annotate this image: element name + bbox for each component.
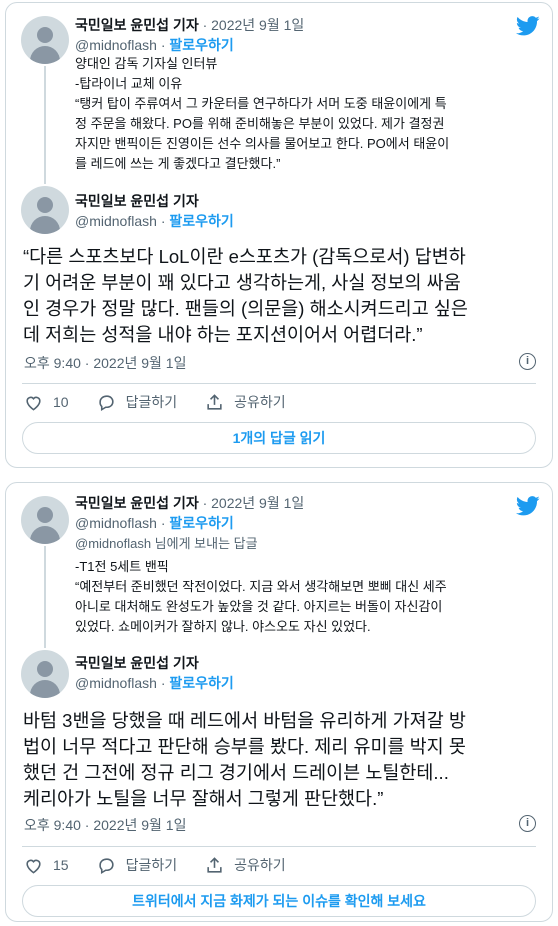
follow-link[interactable]: 팔로우하기	[169, 675, 233, 691]
reply-bubble-icon	[98, 394, 114, 411]
text-line: 케리아가 노틸을 너무 잘해서 그렇게 판단했다.”	[23, 788, 384, 809]
author-handle[interactable]: @midnoflash	[75, 675, 157, 691]
share-icon	[207, 856, 222, 873]
text-line: -탑라이너 교체 이유	[75, 76, 183, 91]
quoted-tweet-text: 양대인 감독 기자실 인터뷰 -탑라이너 교체 이유 “탱커 탑이 주류여서 그…	[75, 54, 449, 174]
tweet-embed-card: 국민일보 윤민섭 기자 · 2022년 9월 1일 @midnoflash · …	[5, 482, 553, 922]
avatar[interactable]	[21, 650, 69, 698]
heart-icon	[26, 396, 41, 411]
share-icon	[207, 393, 222, 410]
text-line: 바텀 3밴을 당했을 때 레드에서 바텀을 유리하게 가져갈 방	[23, 710, 466, 731]
action-bar: 10 답글하기 공유하기	[24, 392, 314, 412]
author-line: 국민일보 윤민섭 기자	[75, 654, 199, 672]
tweet-embed-card: 국민일보 윤민섭 기자 · 2022년 9월 1일 @midnoflash · …	[5, 2, 553, 468]
text-line: “예전부터 준비했던 작전이었다. 지금 와서 생각해보면 뽀삐 대신 세주	[75, 579, 447, 594]
text-line: 법이 너무 적다고 판단해 승부를 봤다. 제리 유미를 박지 못	[23, 736, 466, 757]
text-line: -T1전 5세트 밴픽	[75, 559, 169, 574]
author-handle[interactable]: @midnoflash	[75, 515, 157, 531]
text-line: 자지만 밴픽이든 진영이든 선수 의사를 물어보고 한다. PO에서 태윤이	[75, 136, 450, 151]
tweet-timestamp[interactable]: 오후 9:40 · 2022년 9월 1일	[24, 353, 186, 373]
text-line: 정 주문을 해왔다. PO를 위해 준비해놓은 부분이 있었다. 제가 결정권	[75, 116, 445, 131]
reply-label: 답글하기	[125, 857, 178, 873]
text-line: 했던 건 그전에 정규 리그 경기에서 드레이븐 노틸한테...	[23, 762, 449, 783]
share-label: 공유하기	[234, 394, 286, 410]
read-replies-button[interactable]: 1개의 답글 읽기	[22, 422, 536, 454]
follow-link[interactable]: 팔로우하기	[169, 37, 233, 53]
text-line: 있었다. 쇼메이커가 잘하지 않나. 야스오도 자신 있었다.	[75, 619, 371, 634]
tweet-date[interactable]: · 2022년 9월 1일	[203, 17, 305, 33]
text-line: 데 저희는 성적을 내야 하는 포지션이어서 어렵더라.”	[23, 324, 423, 345]
author-name[interactable]: 국민일보 윤민섭 기자	[75, 193, 199, 209]
author-name[interactable]: 국민일보 윤민섭 기자	[75, 655, 199, 671]
text-line: 양대인 감독 기자실 인터뷰	[75, 56, 218, 71]
divider	[22, 846, 536, 847]
thread-line	[44, 546, 46, 648]
twitter-bird-icon[interactable]	[516, 16, 540, 36]
text-line: 기 어려운 부분이 꽤 있다고 생각하는게, 사실 정보의 싸움	[23, 272, 461, 293]
share-button[interactable]: 공유하기	[205, 855, 286, 875]
quoted-tweet-text: -T1전 5세트 밴픽 “예전부터 준비했던 작전이었다. 지금 와서 생각해보…	[75, 557, 447, 637]
author-handle[interactable]: @midnoflash	[75, 37, 157, 53]
info-icon[interactable]: i	[519, 815, 536, 832]
like-button[interactable]: 10	[24, 393, 69, 412]
twitter-bird-icon[interactable]	[516, 496, 540, 516]
author-line: 국민일보 윤민섭 기자 · 2022년 9월 1일	[75, 494, 304, 512]
share-button[interactable]: 공유하기	[205, 392, 286, 412]
author-name[interactable]: 국민일보 윤민섭 기자	[75, 17, 199, 33]
handle-line: @midnoflash · 팔로우하기	[75, 515, 234, 531]
text-line: “탱커 탑이 주류여서 그 카운터를 연구하다가 서머 도중 태윤이에게 특	[75, 96, 447, 111]
share-label: 공유하기	[234, 857, 286, 873]
follow-link[interactable]: 팔로우하기	[169, 213, 233, 229]
avatar[interactable]	[21, 16, 69, 64]
follow-link[interactable]: 팔로우하기	[169, 515, 233, 531]
author-line: 국민일보 윤민섭 기자	[75, 192, 199, 210]
text-line: 를 레드에 쓰는 게 좋겠다고 결단했다.”	[75, 156, 281, 171]
reply-button[interactable]: 답글하기	[97, 855, 178, 875]
avatar[interactable]	[21, 496, 69, 544]
text-line: “다른 스포츠보다 LoL이란 e스포츠가 (감독으로서) 답변하	[23, 246, 466, 267]
author-line: 국민일보 윤민섭 기자 · 2022년 9월 1일	[75, 16, 304, 34]
text-line: 인 경우가 정말 많다. 팬들의 (의문을) 해소시켜드리고 싶은	[23, 298, 468, 319]
tweet-text: “다른 스포츠보다 LoL이란 e스포츠가 (감독으로서) 답변하 기 어려운 …	[23, 244, 548, 348]
like-count: 15	[53, 857, 69, 873]
tweet-timestamp[interactable]: 오후 9:40 · 2022년 9월 1일	[24, 815, 186, 835]
text-line: 아니로 대처해도 완성도가 높았을 것 같다. 아지르는 버돌이 자신감이	[75, 599, 443, 614]
reply-label: 답글하기	[125, 394, 178, 410]
author-handle[interactable]: @midnoflash	[75, 213, 157, 229]
heart-icon	[26, 859, 41, 874]
reply-to-note[interactable]: @midnoflash 님에게 보내는 답글	[75, 535, 258, 553]
trending-topics-button[interactable]: 트위터에서 지금 화제가 되는 이슈를 확인해 보세요	[22, 885, 536, 917]
author-name[interactable]: 국민일보 윤민섭 기자	[75, 495, 199, 511]
thread-line	[44, 66, 46, 184]
tweet-text: 바텀 3밴을 당했을 때 레드에서 바텀을 유리하게 가져갈 방 법이 너무 적…	[23, 708, 548, 812]
handle-line: @midnoflash · 팔로우하기	[75, 675, 234, 691]
like-button[interactable]: 15	[24, 856, 69, 875]
avatar[interactable]	[21, 186, 69, 234]
action-bar: 15 답글하기 공유하기	[24, 855, 314, 875]
info-icon[interactable]: i	[519, 353, 536, 370]
reply-bubble-icon	[98, 857, 114, 874]
reply-button[interactable]: 답글하기	[97, 392, 178, 412]
divider	[22, 383, 536, 384]
like-count: 10	[53, 394, 69, 410]
handle-line: @midnoflash · 팔로우하기	[75, 213, 234, 229]
handle-line: @midnoflash · 팔로우하기	[75, 37, 234, 53]
tweet-date[interactable]: · 2022년 9월 1일	[203, 495, 305, 511]
